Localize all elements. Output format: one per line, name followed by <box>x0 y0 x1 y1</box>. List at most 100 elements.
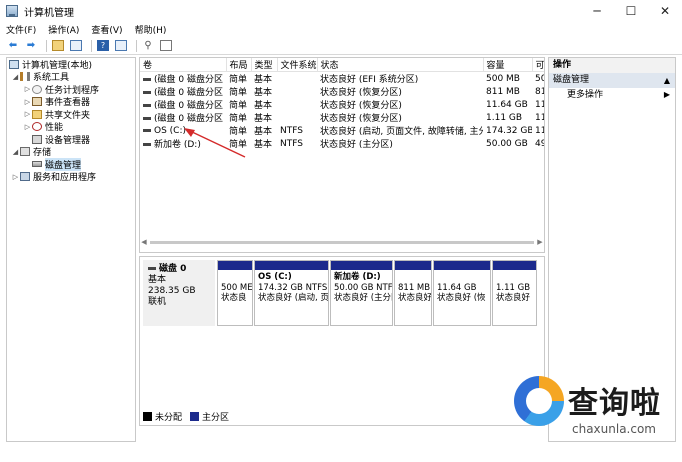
scroll-left-icon[interactable]: ◀ <box>140 238 148 246</box>
horizontal-scrollbar[interactable]: ◀ ▶ <box>140 238 544 246</box>
volume-layout: 简单 <box>229 114 248 124</box>
column-capacity[interactable]: 容量 <box>483 58 533 72</box>
volume-status: 状态良好 (恢复分区) <box>320 101 402 111</box>
legend-primary-label: 主分区 <box>202 413 230 423</box>
collapse-arrow-icon[interactable]: ◢ <box>11 73 20 81</box>
menu-view[interactable]: 查看(V) <box>91 23 122 36</box>
toolbar: ⬅ ➡ ? ⚲ <box>0 37 682 55</box>
disk-info[interactable]: 磁盘 0 基本 238.35 GB 联机 <box>143 260 215 326</box>
tree-item-device-manager[interactable]: 设备管理器 <box>7 133 135 146</box>
volume-layout: 简单 <box>229 75 248 85</box>
expand-arrow-icon[interactable]: ▷ <box>23 110 32 118</box>
volume-table: 卷 布局 类型 文件系统 状态 容量 可 (磁盘 0 磁盘分区 1) 简单 基本… <box>140 58 544 150</box>
volume-filesystem <box>277 98 317 111</box>
volume-layout: 简单 <box>229 127 248 137</box>
minimize-button[interactable]: ─ <box>580 0 614 22</box>
volume-filesystem: NTFS <box>280 138 303 149</box>
services-icon <box>20 172 30 182</box>
partition-efi[interactable]: 500 ME 状态良 <box>217 260 253 326</box>
clock-icon <box>32 84 42 94</box>
tree-item-services-apps[interactable]: ▷ 服务和应用程序 <box>7 171 135 183</box>
forward-arrow-icon[interactable]: ➡ <box>24 39 38 53</box>
volume-filesystem <box>277 72 317 86</box>
properties-icon[interactable] <box>114 39 128 53</box>
column-filesystem[interactable]: 文件系统 <box>277 58 318 72</box>
device-manager-icon <box>32 134 42 144</box>
back-arrow-icon[interactable]: ⬅ <box>6 39 20 53</box>
actions-section-disk-management[interactable]: 磁盘管理 ▲ <box>549 73 675 88</box>
volume-type: 基本 <box>254 101 273 111</box>
table-row[interactable]: (磁盘 0 磁盘分区 5) 简单 基本 状态良好 (恢复分区) 811 MB 8… <box>140 85 544 98</box>
menu-help[interactable]: 帮助(H) <box>135 23 167 36</box>
volume-capacity: 500 MB <box>486 73 520 84</box>
volume-icon <box>143 91 151 94</box>
table-row[interactable]: (磁盘 0 磁盘分区 7) 简单 基本 状态良好 (恢复分区) 1.11 GB … <box>140 111 544 124</box>
menu-file[interactable]: 文件(F) <box>6 23 36 36</box>
window-controls: ─ ☐ ✕ <box>580 0 682 22</box>
show-tree-icon[interactable] <box>69 39 83 53</box>
shared-folder-icon <box>32 109 42 119</box>
volume-name: 新加卷 (D:) <box>154 140 201 150</box>
expand-arrow-icon[interactable]: ▷ <box>23 123 32 131</box>
scroll-right-icon[interactable]: ▶ <box>536 238 544 246</box>
volume-layout: 简单 <box>229 140 248 150</box>
table-row[interactable]: 新加卷 (D:) 简单 基本 NTFS 状态良好 (主分区) 50.00 GB … <box>140 137 544 150</box>
column-free[interactable]: 可 <box>532 58 544 72</box>
expand-arrow-icon[interactable]: ▷ <box>11 173 20 181</box>
column-type[interactable]: 类型 <box>251 58 278 72</box>
tree-item-root[interactable]: 计算机管理(本地) <box>7 58 135 71</box>
volume-type: 基本 <box>254 114 273 124</box>
tree-item-event-viewer[interactable]: ▷ 事件查看器 <box>7 96 135 108</box>
collapse-up-icon[interactable]: ▲ <box>664 73 670 88</box>
close-button[interactable]: ✕ <box>648 0 682 22</box>
volume-name: OS (C:) <box>154 125 186 136</box>
connect-icon[interactable]: ⚲ <box>141 39 155 53</box>
volume-free: 11 <box>535 125 544 136</box>
help-icon[interactable]: ? <box>96 39 110 53</box>
scroll-track[interactable] <box>150 240 534 244</box>
maximize-button[interactable]: ☐ <box>614 0 648 22</box>
watermark-title: 查询啦 <box>568 386 661 421</box>
partition-recovery-6[interactable]: 11.64 GB 状态良好 (恢 <box>433 260 491 326</box>
watermark-logo-icon <box>514 376 564 426</box>
volume-filesystem <box>277 111 317 124</box>
tree-item-task-scheduler[interactable]: ▷ 任务计划程序 <box>7 83 135 96</box>
tree-item-storage[interactable]: ◢ 存储 <box>7 146 135 158</box>
disk-map: 磁盘 0 基本 238.35 GB 联机 500 ME 状态良 OS (C:) … <box>139 256 545 426</box>
volume-name: (磁盘 0 磁盘分区 6) <box>154 101 226 111</box>
partition-recovery-5[interactable]: 811 MB 状态良好 <box>394 260 432 326</box>
legend-unallocated-label: 未分配 <box>155 413 183 423</box>
tree-item-system-tools[interactable]: ◢ 系统工具 <box>7 71 135 83</box>
tree-item-shared-folders[interactable]: ▷ 共享文件夹 <box>7 108 135 121</box>
volume-free: 11 <box>535 99 544 110</box>
view-icon[interactable] <box>159 39 173 53</box>
actions-header: 操作 <box>549 58 675 73</box>
tree-item-disk-management[interactable]: 磁盘管理 <box>7 157 135 171</box>
column-layout[interactable]: 布局 <box>226 58 252 72</box>
partition-d[interactable]: 新加卷 (D:) 50.00 GB NTFS 状态良好 (主分区 <box>330 260 393 326</box>
volume-status: 状态良好 (恢复分区) <box>320 114 402 124</box>
partition-recovery-7[interactable]: 1.11 GB 状态良好 <box>492 260 537 326</box>
table-row[interactable]: (磁盘 0 磁盘分区 6) 简单 基本 状态良好 (恢复分区) 11.64 GB… <box>140 98 544 111</box>
up-folder-icon[interactable] <box>51 39 65 53</box>
tree-item-performance[interactable]: ▷ 性能 <box>7 121 135 133</box>
disk-status: 联机 <box>148 297 167 307</box>
watermark: 查询啦 chaxunla.com <box>510 370 680 444</box>
window-title: 计算机管理 <box>24 7 74 19</box>
expand-arrow-icon[interactable]: ▷ <box>23 85 32 93</box>
volume-capacity: 1.11 GB <box>486 112 523 123</box>
table-row[interactable]: OS (C:) 简单 基本 NTFS 状态良好 (启动, 页面文件, 故障转储,… <box>140 124 544 137</box>
column-volume[interactable]: 卷 <box>140 58 227 72</box>
more-actions-item[interactable]: 更多操作 ▶ <box>549 88 675 102</box>
performance-icon <box>32 122 42 132</box>
column-status[interactable]: 状态 <box>317 58 484 72</box>
volume-filesystem <box>277 85 317 98</box>
volume-status: 状态良好 (EFI 系统分区) <box>320 75 419 85</box>
volume-type: 基本 <box>254 140 273 150</box>
volume-list: 卷 布局 类型 文件系统 状态 容量 可 (磁盘 0 磁盘分区 1) 简单 基本… <box>139 57 545 253</box>
expand-arrow-icon[interactable]: ▷ <box>23 98 32 106</box>
collapse-arrow-icon[interactable]: ◢ <box>11 148 20 156</box>
table-row[interactable]: (磁盘 0 磁盘分区 1) 简单 基本 状态良好 (EFI 系统分区) 500 … <box>140 72 544 86</box>
partition-c[interactable]: OS (C:) 174.32 GB NTFS 状态良好 (启动, 页 <box>254 260 329 326</box>
menu-action[interactable]: 操作(A) <box>48 23 79 36</box>
